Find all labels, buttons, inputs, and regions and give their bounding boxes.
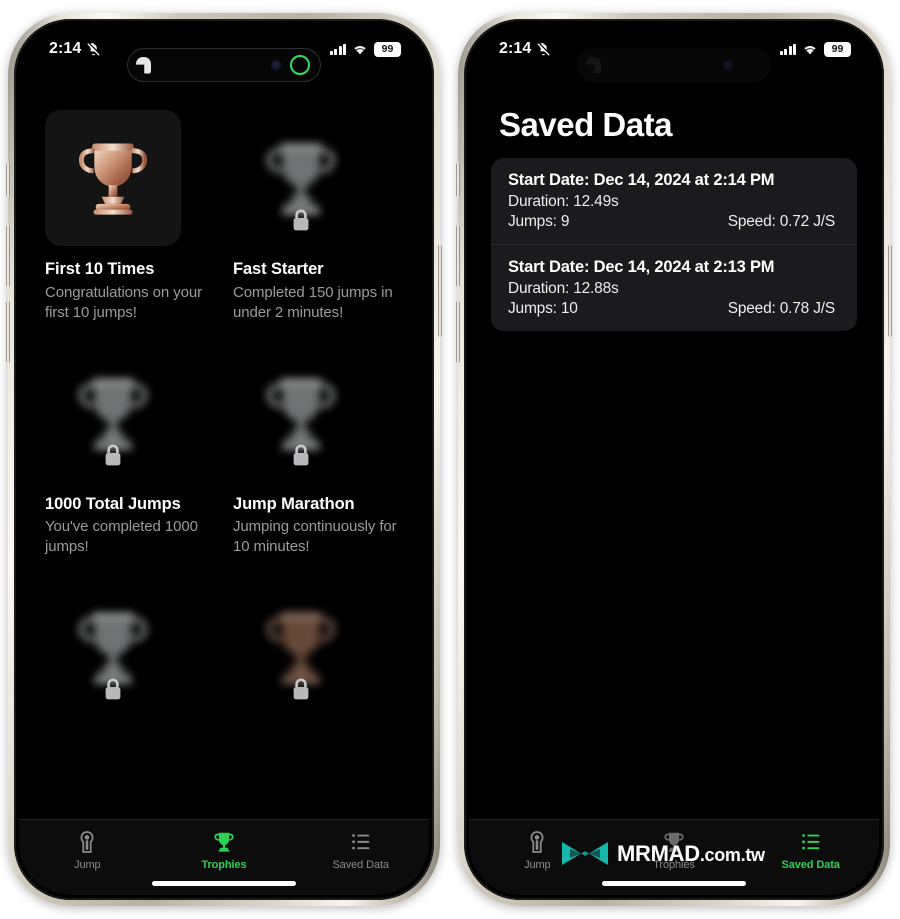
- saved-data-card: Start Date: Dec 14, 2024 at 2:14 PM Dura…: [491, 158, 857, 331]
- volume-up-button[interactable]: [6, 225, 10, 287]
- trophy-tile: [45, 110, 181, 246]
- phone-screen: 2:14 99: [469, 24, 879, 895]
- entry-start-date: Start Date: Dec 14, 2024 at 2:14 PM: [508, 171, 775, 189]
- tab-saved-data[interactable]: Saved Data: [742, 829, 879, 871]
- wifi-icon: [354, 46, 366, 55]
- wifi-icon: [804, 46, 816, 55]
- status-bar-left: 2:14: [49, 40, 101, 58]
- trophies-content: First 10 Times Congratulations on your f…: [19, 74, 429, 895]
- status-bar-right: 99: [329, 41, 401, 57]
- trophy-card[interactable]: 1000 Total Jumps You've completed 1000 j…: [45, 345, 215, 558]
- entry-speed: Speed: 0.72 J/S: [727, 213, 836, 230]
- tab-jump[interactable]: Jump: [19, 829, 156, 871]
- dynamic-island[interactable]: [577, 48, 771, 82]
- front-camera-icon: [271, 59, 282, 71]
- entry-duration: Duration: 12.49s: [508, 193, 619, 210]
- phone-right-saved-data: 2:14 99 Saved Data Start Date: Dec 14, 2…: [456, 13, 892, 906]
- tab-label: Trophies: [201, 859, 247, 871]
- trophy-desc: Jumping continuously for 10 minutes!: [233, 518, 397, 556]
- bell-slash-icon: [88, 42, 100, 55]
- trophy-title: 1000 Total Jumps: [45, 494, 181, 513]
- lock-icon: [105, 678, 121, 700]
- trophy-tile: [233, 110, 369, 246]
- dynamic-island[interactable]: [127, 48, 321, 82]
- volume-down-button[interactable]: [456, 301, 460, 363]
- bell-slash-icon: [538, 42, 550, 55]
- entry-jumps: Jumps: 9: [508, 213, 570, 230]
- trophy-card[interactable]: First 10 Times Congratulations on your f…: [45, 110, 215, 323]
- list-bullet-icon: [351, 834, 370, 850]
- app-activity-icon: [586, 56, 601, 74]
- status-bar-right: 99: [779, 41, 851, 57]
- saved-data-row[interactable]: Start Date: Dec 14, 2024 at 2:13 PM Dura…: [491, 244, 857, 331]
- trophy-card[interactable]: [45, 579, 215, 730]
- trophy-title: Jump Marathon: [233, 494, 355, 513]
- status-time: 2:14: [499, 40, 532, 57]
- tab-trophies[interactable]: Trophies: [606, 829, 743, 871]
- cellular-signal-icon: [779, 43, 796, 55]
- trophy-icon: [214, 832, 234, 852]
- front-camera-icon: [723, 59, 734, 71]
- trophy-icon: [78, 143, 148, 215]
- home-indicator[interactable]: [152, 881, 296, 886]
- app-activity-icon: [136, 56, 151, 74]
- lock-icon: [105, 444, 121, 465]
- status-time: 2:14: [49, 40, 82, 57]
- tab-label: Saved Data: [332, 859, 389, 871]
- entry-start-date: Start Date: Dec 14, 2024 at 2:13 PM: [508, 258, 775, 276]
- lock-icon: [293, 678, 309, 700]
- trophy-desc: You've completed 1000 jumps!: [45, 518, 198, 556]
- entry-speed: Speed: 0.78 J/S: [727, 300, 836, 317]
- battery-badge: 99: [824, 41, 851, 57]
- entry-metrics: Jumps: 9 Speed: 0.72 J/S: [508, 213, 841, 231]
- trophy-desc: Congratulations on your first 10 jumps!: [45, 283, 202, 321]
- entry-jumps: Jumps: 10: [508, 300, 578, 317]
- phone-bezel: 2:14 99: [464, 19, 884, 900]
- tab-label: Jump: [524, 859, 551, 871]
- trophy-card[interactable]: Jump Marathon Jumping continuously for 1…: [233, 345, 403, 558]
- status-bar-left: 2:14: [499, 40, 551, 58]
- trophy-desc: Completed 150 jumps in under 2 minutes!: [233, 283, 393, 321]
- tab-label: Trophies: [653, 859, 695, 871]
- phone-left-trophies: 2:14 99 First 10 Times Congratulations o…: [6, 13, 442, 906]
- lock-icon: [293, 444, 309, 465]
- green-recording-ring-icon: [290, 55, 310, 75]
- trophy-icon: [664, 832, 684, 852]
- tab-jump[interactable]: Jump: [469, 829, 606, 871]
- action-button[interactable]: [456, 163, 460, 197]
- battery-badge: 99: [374, 41, 401, 57]
- lock-icon: [293, 209, 309, 231]
- action-button[interactable]: [6, 163, 10, 197]
- tab-label: Saved Data: [781, 859, 840, 871]
- page-title: Saved Data: [499, 106, 672, 143]
- trophy-card[interactable]: Fast Starter Completed 150 jumps in unde…: [233, 110, 403, 323]
- trophy-tile: [233, 579, 369, 715]
- person-jump-icon: [80, 831, 94, 853]
- trophy-card[interactable]: [233, 579, 403, 730]
- volume-down-button[interactable]: [6, 301, 10, 363]
- saved-data-row[interactable]: Start Date: Dec 14, 2024 at 2:14 PM Dura…: [491, 158, 857, 244]
- power-button[interactable]: [888, 245, 892, 337]
- entry-metrics: Jumps: 10 Speed: 0.78 J/S: [508, 300, 841, 318]
- tab-saved-data[interactable]: Saved Data: [292, 829, 429, 871]
- trophy-tile: [45, 579, 181, 715]
- trophy-tile: [45, 345, 181, 481]
- tab-trophies[interactable]: Trophies: [156, 829, 293, 871]
- cellular-signal-icon: [329, 43, 346, 55]
- screenshot-stage: 2:14 99 First 10 Times Congratulations o…: [0, 0, 900, 919]
- tab-label: Jump: [74, 859, 101, 871]
- trophy-grid: First 10 Times Congratulations on your f…: [19, 74, 429, 730]
- trophy-title: Fast Starter: [233, 260, 324, 278]
- home-indicator[interactable]: [602, 881, 746, 886]
- saved-data-content: Saved Data Start Date: Dec 14, 2024 at 2…: [469, 74, 879, 895]
- person-jump-icon: [530, 831, 544, 853]
- phone-bezel: 2:14 99: [14, 19, 434, 900]
- phone-screen: 2:14 99: [19, 24, 429, 895]
- trophy-title: First 10 Times: [45, 260, 155, 278]
- power-button[interactable]: [438, 245, 442, 337]
- entry-duration: Duration: 12.88s: [508, 280, 619, 297]
- volume-up-button[interactable]: [456, 225, 460, 287]
- list-bullet-icon: [801, 834, 820, 850]
- trophy-tile: [233, 345, 369, 481]
